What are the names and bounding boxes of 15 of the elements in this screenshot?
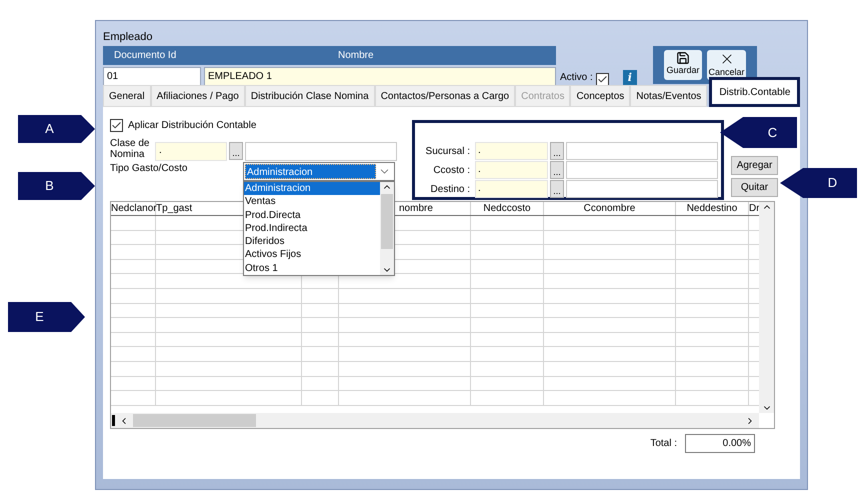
- field-label: Clase de Nomina: [110, 138, 150, 160]
- callout-marker: A: [18, 115, 95, 143]
- total-label: Total :: [650, 437, 677, 451]
- callout-marker: E: [8, 302, 85, 332]
- field-label: Tipo Gasto/Costo: [110, 162, 188, 175]
- window-title: Empleado: [103, 30, 154, 45]
- field-label: Ccosto :: [432, 164, 471, 178]
- field-label: Destino :: [430, 182, 471, 196]
- active-label: Activo :: [560, 71, 593, 85]
- column-label: Nombre: [338, 49, 374, 63]
- total-field: 0.00%: [685, 434, 755, 453]
- field-label: Sucursal :: [424, 144, 471, 158]
- callout-marker: B: [18, 172, 95, 200]
- column-label: Documento Id: [113, 49, 178, 63]
- checkbox-label: Aplicar Distribución Contable: [128, 118, 256, 132]
